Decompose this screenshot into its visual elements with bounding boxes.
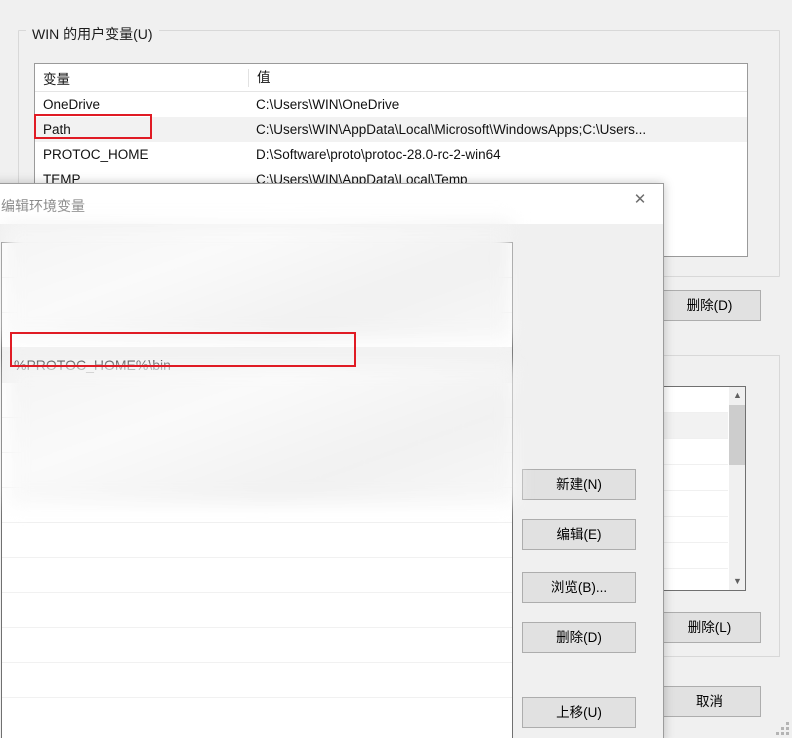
close-icon[interactable]: ✕ [617, 184, 663, 215]
cancel-button[interactable]: 取消 [658, 686, 761, 717]
cell-variable-value: C:\Users\WIN\AppData\Local\Microsoft\Win… [256, 122, 647, 137]
delete-entry-button[interactable]: 删除(D) [522, 622, 636, 653]
dialog-titlebar[interactable]: 编辑环境变量 ✕ [0, 184, 663, 224]
browse-button[interactable]: 浏览(B)... [522, 572, 636, 603]
list-item[interactable] [2, 523, 512, 558]
user-variables-groupbox-title: WIN 的用户变量(U) [26, 24, 159, 44]
list-item-selected[interactable]: %PROTOC_HOME%\bin [2, 348, 512, 383]
cell-variable-name: Path [43, 122, 71, 137]
list-item[interactable] [2, 383, 512, 418]
edit-environment-variable-dialog: 编辑环境变量 ✕ %PROTOC_HOME%\bin 新建(N) 编辑(E) 浏… [0, 183, 664, 738]
scroll-down-icon[interactable]: ▼ [729, 573, 745, 590]
screen-root: WIN 的用户变量(U) 变量 值 OneDrive C:\Users\WIN\… [0, 0, 792, 738]
dialog-title: 编辑环境变量 [1, 198, 85, 214]
move-up-button[interactable]: 上移(U) [522, 697, 636, 728]
column-header-variable[interactable]: 变量 [35, 68, 248, 88]
list-item[interactable] [2, 558, 512, 593]
list-item[interactable] [2, 313, 512, 348]
list-item[interactable] [2, 593, 512, 628]
list-item[interactable] [2, 663, 512, 698]
list-item[interactable] [2, 418, 512, 453]
list-item[interactable] [2, 488, 512, 523]
scroll-up-icon[interactable]: ▲ [729, 387, 745, 404]
system-variables-scrollbar[interactable]: ▲ ▼ [728, 387, 745, 590]
path-entries-list[interactable]: %PROTOC_HOME%\bin [1, 242, 513, 738]
cell-variable-value: D:\Software\proto\protoc-28.0-rc-2-win64 [256, 147, 501, 162]
edit-entry-button[interactable]: 编辑(E) [522, 519, 636, 550]
dialog-body: %PROTOC_HOME%\bin 新建(N) 编辑(E) 浏览(B)... 删… [0, 224, 663, 738]
cell-variable-name: PROTOC_HOME [43, 147, 149, 162]
delete-system-variable-button[interactable]: 删除(L) [658, 612, 761, 643]
list-item[interactable] [2, 628, 512, 663]
column-header-value[interactable]: 值 [248, 68, 747, 87]
cell-variable-value: C:\Users\WIN\OneDrive [256, 97, 400, 112]
new-entry-button[interactable]: 新建(N) [522, 469, 636, 500]
list-item[interactable] [2, 243, 512, 278]
table-row[interactable]: OneDrive C:\Users\WIN\OneDrive [35, 92, 747, 117]
cell-variable-name: OneDrive [43, 97, 101, 112]
window-resize-grip[interactable] [776, 722, 789, 735]
delete-user-variable-button[interactable]: 删除(D) [658, 290, 761, 321]
table-row[interactable]: PROTOC_HOME D:\Software\proto\protoc-28.… [35, 142, 747, 167]
table-header-row: 变量 值 [35, 64, 747, 92]
list-item[interactable] [2, 453, 512, 488]
list-item[interactable] [2, 278, 512, 313]
table-row[interactable]: Path C:\Users\WIN\AppData\Local\Microsof… [35, 117, 747, 142]
scrollbar-thumb[interactable] [729, 405, 745, 465]
